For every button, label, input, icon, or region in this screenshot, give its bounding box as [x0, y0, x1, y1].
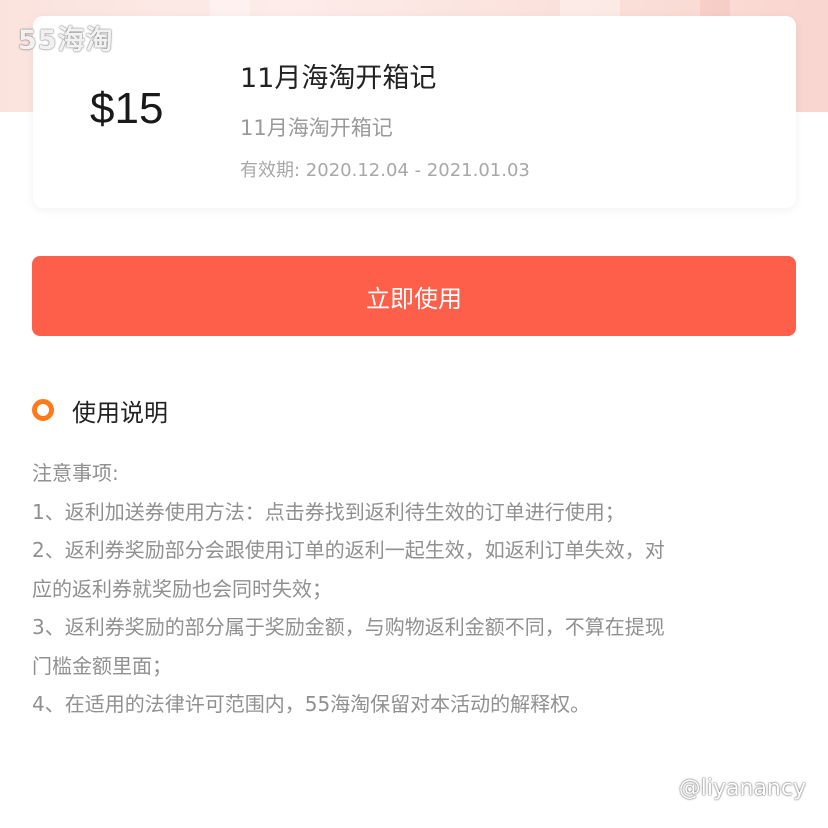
section-title: 使用说明 [72, 398, 168, 427]
coupon-amount: $15 [90, 84, 164, 133]
instruction-line: 注意事项: [32, 461, 119, 485]
instruction-line: 应的返利券就奖励也会同时失效； [32, 576, 332, 601]
coupon-subtitle: 11月海淘开箱记 [240, 116, 393, 140]
coupon-card[interactable]: $15 11月海淘开箱记 11月海淘开箱记 有效期: 2020.12.04 - … [33, 16, 796, 208]
user-watermark: @liyanancy [678, 776, 806, 801]
circle-bullet-icon [32, 399, 54, 421]
instruction-line: 1、返利加送券使用方法：点击券找到返利待生效的订单进行使用； [32, 499, 625, 524]
instruction-line: 2、返利券奖励部分会跟使用订单的返利一起生效，如返利订单失效，对 [32, 538, 665, 562]
coupon-validity: 有效期: 2020.12.04 - 2021.01.03 [240, 160, 530, 181]
use-now-button[interactable]: 立即使用 [32, 256, 796, 336]
coupon-title: 11月海淘开箱记 [240, 63, 437, 94]
logo-watermark: 55海淘 [18, 25, 114, 56]
instructions-header: 使用说明 [32, 392, 168, 428]
instruction-line: 4、在适用的法律许可范围内，55海淘保留对本活动的解释权。 [32, 692, 591, 716]
instruction-line: 门槛金额里面； [32, 653, 172, 678]
instructions-text: 注意事项: 1、返利加送券使用方法：点击券找到返利待生效的订单进行使用； 2、返… [32, 454, 802, 724]
instruction-line: 3、返利券奖励的部分属于奖励金额，与购物返利金额不同，不算在提现 [32, 615, 665, 639]
